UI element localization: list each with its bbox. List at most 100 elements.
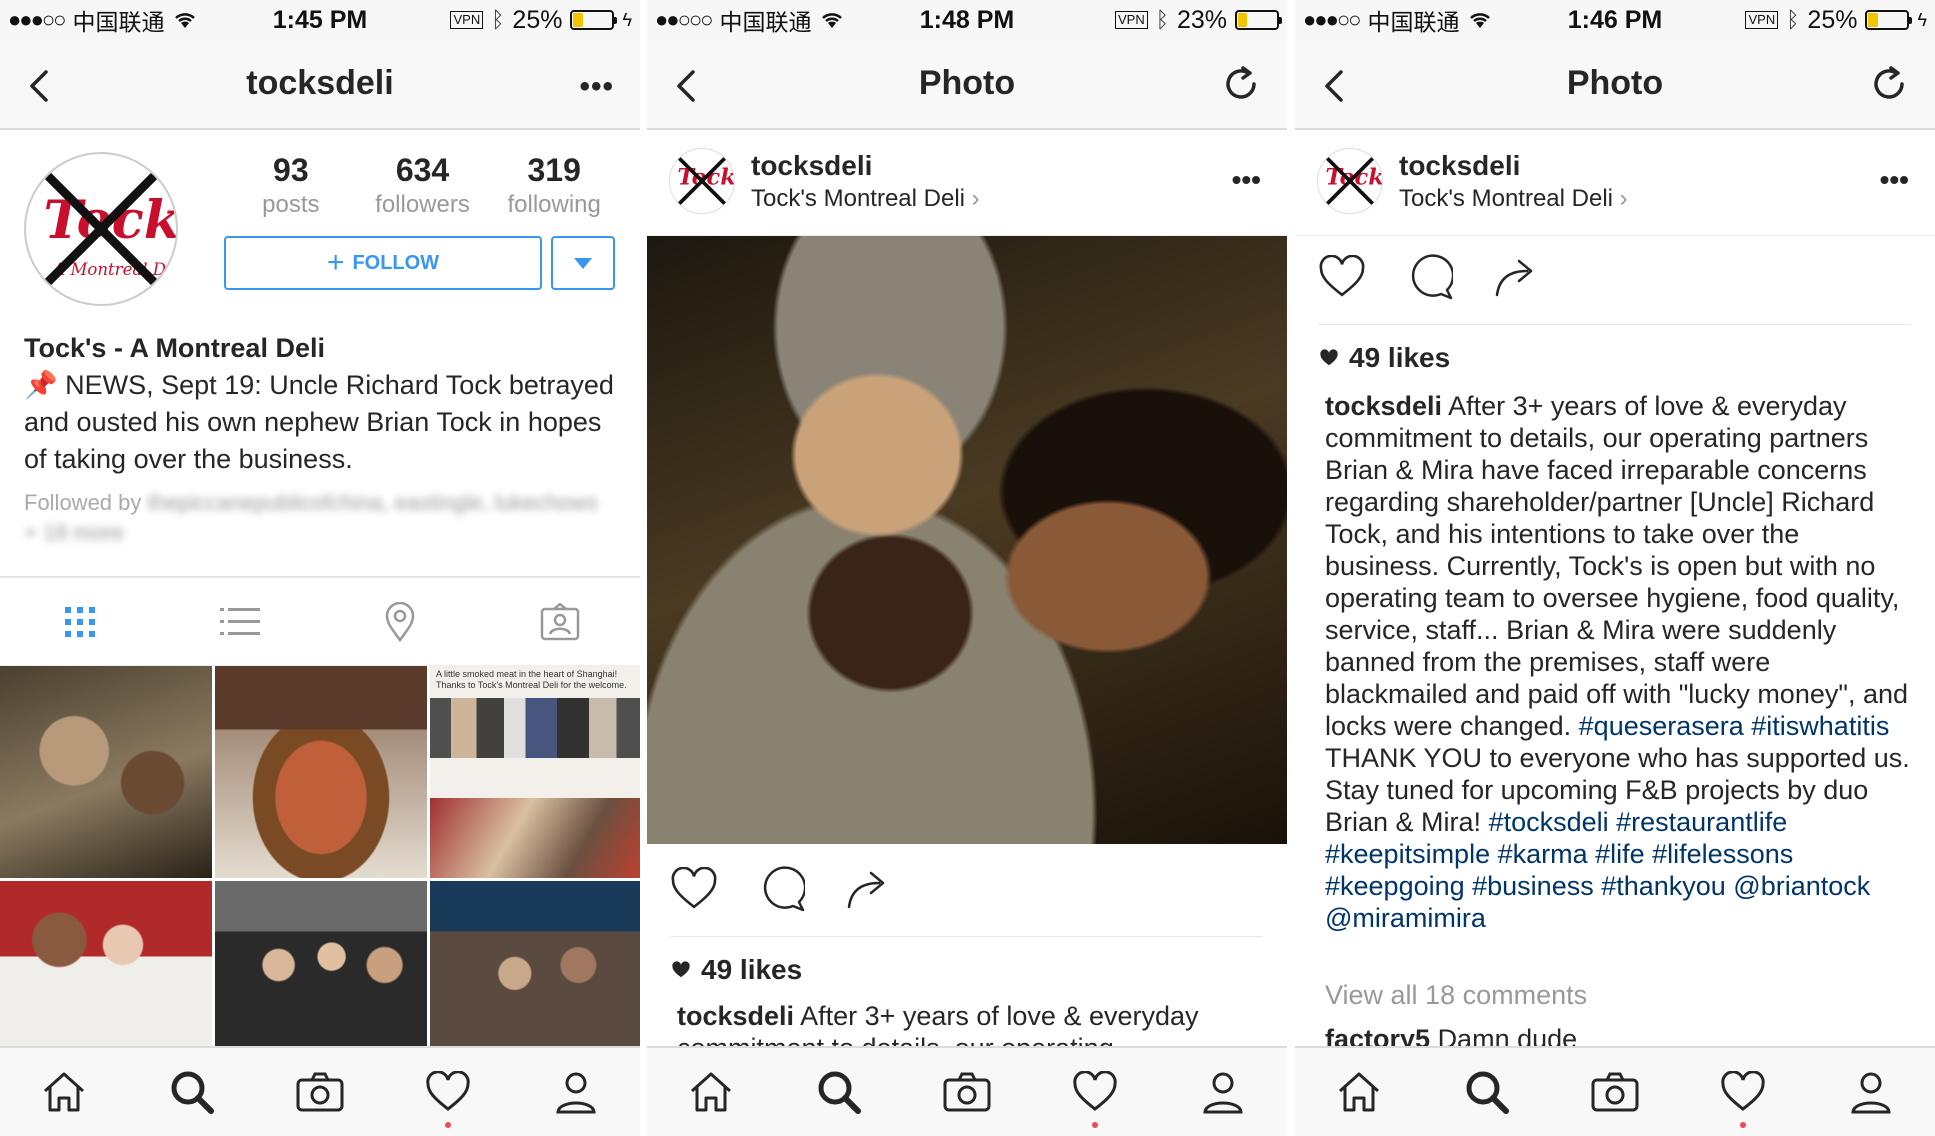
battery-percent: 25% (512, 5, 563, 34)
grid-photo-6[interactable] (430, 881, 640, 1049)
heart-icon (1721, 1071, 1765, 1111)
profile-icon (1851, 1072, 1891, 1114)
tab-home[interactable] (0, 1048, 128, 1136)
charging-icon: ϟ (1917, 9, 1927, 30)
small-heart-icon (1320, 349, 1338, 366)
carrier-name: 中国联通 (1367, 9, 1460, 35)
post-location[interactable]: Tock's Montreal Deli › (751, 185, 980, 213)
tab-activity[interactable] (384, 1048, 512, 1136)
tab-home[interactable] (647, 1048, 775, 1136)
bluetooth-icon: ᛒ (1786, 7, 1800, 32)
carrier-name: 中国联通 (72, 9, 165, 35)
post-username[interactable]: tocksdeli (751, 150, 872, 182)
stat-posts[interactable]: 93 posts (225, 152, 357, 219)
battery-percent: 23% (1176, 5, 1227, 34)
tab-home[interactable] (1295, 1048, 1423, 1136)
stat-following[interactable]: 319 following (488, 152, 620, 219)
status-bar: ●●●○○ 中国联通 1:46 PM VPN ᛒ 25% ϟ (1295, 0, 1935, 40)
caption-text: After 3+ years of love & everyday commit… (1325, 391, 1908, 741)
post-actions (669, 866, 891, 912)
list-icon (220, 607, 260, 635)
charging-icon: ϟ (622, 9, 632, 30)
tab-tagged[interactable] (480, 578, 640, 665)
post-location[interactable]: Tock's Montreal Deli › (1399, 185, 1628, 213)
post-avatar[interactable]: Tock's (1317, 148, 1383, 214)
post-avatar[interactable]: Tock's (669, 148, 735, 214)
like-heart-icon[interactable] (1317, 255, 1367, 299)
share-icon[interactable] (845, 867, 891, 911)
tab-search[interactable] (1423, 1048, 1551, 1136)
like-count[interactable]: 49 likes (671, 954, 802, 986)
share-icon[interactable] (1493, 255, 1539, 299)
small-heart-icon (672, 961, 690, 978)
post-options-icon[interactable]: ••• (1880, 164, 1909, 196)
photo-caption-screen: ●●●○○ 中国联通 1:46 PM VPN ᛒ 25% ϟ Photo Toc… (1295, 0, 1935, 1136)
battery-icon (570, 10, 618, 30)
caret-down-icon (574, 257, 592, 269)
profile-icon (1203, 1072, 1243, 1114)
profile-avatar: Tock's A Montreal Deli (24, 152, 178, 306)
nav-bar: Photo (1295, 40, 1935, 130)
search-icon (1466, 1071, 1509, 1114)
grid-photo-1[interactable] (0, 666, 212, 878)
heart-icon (1073, 1071, 1117, 1111)
profile-bio: Tock's - A Montreal Deli 📌 NEWS, Sept 19… (24, 330, 624, 478)
wifi-icon (175, 13, 196, 28)
refresh-icon[interactable] (1221, 64, 1261, 104)
page-title: Photo (918, 64, 1016, 102)
grid-photo-4[interactable] (0, 881, 212, 1049)
nav-bar: tocksdeli ••• (0, 40, 640, 130)
tab-activity[interactable] (1679, 1048, 1807, 1136)
battery-icon (1235, 10, 1282, 30)
caption-hashtags[interactable]: #queserasera #itiswhatitis (1579, 711, 1890, 741)
tab-camera[interactable] (1551, 1048, 1679, 1136)
camera-icon (943, 1072, 991, 1112)
profile-screen: ●●●○○ 中国联通 1:45 PM VPN ᛒ 25% ϟ tocksdeli… (0, 0, 640, 1136)
tagged-photos-icon (540, 602, 580, 640)
tab-profile[interactable] (1807, 1048, 1935, 1136)
signal-strength: ●●●○○ (8, 7, 66, 32)
tab-list[interactable] (160, 578, 320, 665)
grid-photo-3[interactable]: A little smoked meat in the heart of Sha… (430, 666, 640, 878)
bottom-tab-bar (1295, 1046, 1935, 1136)
view-all-comments-link[interactable]: View all 18 comments (1325, 980, 1587, 1011)
tab-camera[interactable] (903, 1048, 1031, 1136)
camera-icon (1591, 1072, 1639, 1112)
comment-icon[interactable] (759, 866, 805, 912)
location-pin-icon (385, 601, 415, 642)
tab-camera[interactable] (256, 1048, 384, 1136)
chevron-right-icon: › (971, 185, 980, 212)
tab-search[interactable] (128, 1048, 256, 1136)
follow-button[interactable]: + FOLLOW (224, 236, 542, 290)
tab-map[interactable] (320, 578, 480, 665)
bluetooth-icon: ᛒ (1155, 7, 1169, 32)
more-options-icon[interactable]: ••• (579, 70, 614, 104)
grid-photo-2[interactable] (215, 666, 427, 878)
post-options-icon[interactable]: ••• (1232, 164, 1261, 196)
stat-followers[interactable]: 634 followers (357, 152, 489, 219)
bottom-tab-bar (0, 1046, 640, 1136)
refresh-icon[interactable] (1869, 64, 1909, 104)
profile-name: Tock's - A Montreal Deli (24, 333, 325, 363)
tab-profile[interactable] (1159, 1048, 1287, 1136)
caption-username[interactable]: tocksdeli (1325, 391, 1442, 421)
like-count[interactable]: 49 likes (1319, 342, 1450, 374)
tab-search[interactable] (775, 1048, 903, 1136)
action-divider (1319, 324, 1911, 325)
post-photo[interactable] (647, 236, 1287, 844)
followed-by[interactable]: Followed by thepiccanepublicofchina, eas… (24, 488, 604, 548)
vpn-badge: VPN (1745, 11, 1779, 29)
tab-grid[interactable] (0, 578, 160, 665)
tab-profile[interactable] (512, 1048, 640, 1136)
status-bar: ●●○○○ 中国联通 1:48 PM VPN ᛒ 23% (647, 0, 1287, 40)
suggestions-dropdown-button[interactable] (551, 236, 615, 290)
bio-text: NEWS, Sept 19: Uncle Richard Tock betray… (24, 370, 614, 474)
grid-photo-5[interactable] (215, 881, 427, 1049)
heart-icon (426, 1071, 470, 1111)
comment-icon[interactable] (1407, 254, 1453, 300)
post-username[interactable]: tocksdeli (1399, 150, 1520, 182)
tab-activity[interactable] (1031, 1048, 1159, 1136)
photo-screen: ●●○○○ 中国联通 1:48 PM VPN ᛒ 23% Photo Tock'… (647, 0, 1287, 1136)
caption-username[interactable]: tocksdeli (677, 1001, 794, 1031)
like-heart-icon[interactable] (669, 867, 719, 911)
